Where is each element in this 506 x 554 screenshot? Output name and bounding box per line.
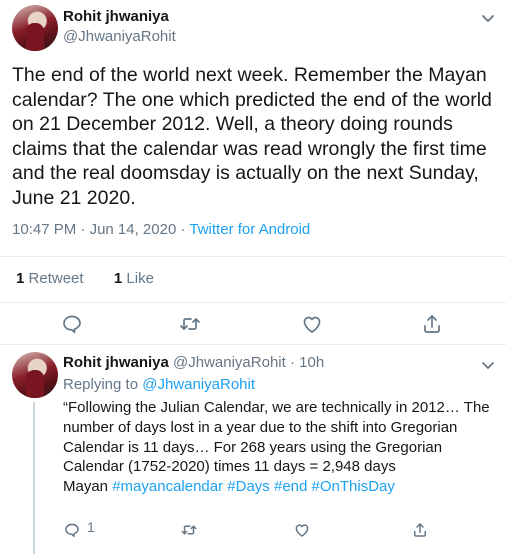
reply-author-avatar[interactable]: [12, 352, 58, 398]
tweet-text: The end of the world next week. Remember…: [12, 64, 492, 209]
reply-text-main: “Following the Julian Calendar, we are t…: [63, 399, 490, 476]
divider: [0, 302, 506, 303]
tweet-time[interactable]: 10:47 PM: [12, 221, 76, 238]
hashtag-link[interactable]: #end: [274, 478, 307, 495]
reply-author-handle[interactable]: @JhwaniyaRohit: [173, 354, 286, 371]
replying-label: Replying to: [63, 376, 139, 393]
like-icon[interactable]: [300, 312, 324, 336]
tweet-meta: 10:47 PM · Jun 14, 2020 · Twitter for An…: [12, 221, 310, 238]
retweet-label: Retweet: [28, 270, 84, 287]
reply-header: Rohit jhwaniya @JhwaniyaRohit · 10h: [63, 354, 324, 371]
reply-separator: ·: [289, 354, 295, 371]
author-name[interactable]: Rohit jhwaniya: [63, 8, 169, 25]
divider: [0, 344, 506, 345]
replying-to-link[interactable]: @JhwaniyaRohit: [142, 376, 255, 393]
reply-like-icon[interactable]: [293, 521, 311, 539]
divider: [0, 256, 506, 257]
likes-stat[interactable]: 1 Like: [114, 270, 154, 287]
reply-age[interactable]: 10h: [299, 354, 324, 371]
retweet-icon[interactable]: [178, 312, 202, 336]
hashtag-link[interactable]: #Days: [227, 478, 270, 495]
reply-text-prefix: Mayan: [63, 478, 109, 496]
retweet-count: 1: [16, 270, 25, 287]
replying-to: Replying to @JhwaniyaRohit: [63, 376, 255, 393]
share-icon[interactable]: [420, 312, 444, 336]
hashtag-link[interactable]: #OnThisDay: [312, 478, 395, 495]
hashtag-link[interactable]: #mayancalendar: [112, 478, 223, 495]
reply-count: 1: [87, 519, 95, 535]
tweet-stats: 1 Retweet 1 Like: [16, 270, 154, 287]
reply-text: “Following the Julian Calendar, we are t…: [63, 398, 503, 497]
author-avatar[interactable]: [12, 5, 58, 51]
meta-separator: ·: [180, 221, 186, 238]
meta-separator: ·: [80, 221, 86, 238]
like-label: Like: [126, 270, 154, 287]
tweet-source-link[interactable]: Twitter for Android: [189, 221, 310, 238]
reply-share-icon[interactable]: [411, 521, 429, 539]
reply-reply-icon[interactable]: [63, 521, 81, 539]
author-handle[interactable]: @JhwaniyaRohit: [63, 28, 176, 45]
thread-line: [33, 402, 35, 554]
reply-icon[interactable]: [60, 312, 84, 336]
reply-author-name[interactable]: Rohit jhwaniya: [63, 354, 169, 371]
retweets-stat[interactable]: 1 Retweet: [16, 270, 84, 287]
reply-chevron-down-icon[interactable]: [478, 355, 498, 375]
like-count: 1: [113, 270, 123, 287]
tweet-date[interactable]: Jun 14, 2020: [90, 221, 177, 238]
reply-retweet-icon[interactable]: [180, 521, 198, 539]
chevron-down-icon[interactable]: [478, 8, 498, 28]
